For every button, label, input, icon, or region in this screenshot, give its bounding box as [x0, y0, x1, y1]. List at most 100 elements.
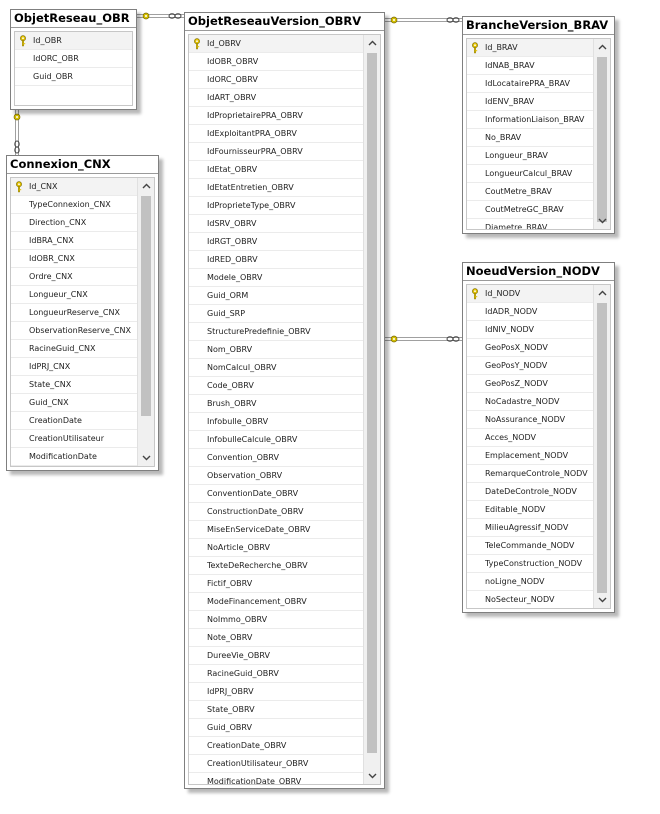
- column-row[interactable]: CreationUtilisateur: [11, 430, 138, 448]
- column-row[interactable]: IdNIV_NODV: [467, 321, 594, 339]
- column-row[interactable]: IdProprietairePRA_OBRV: [189, 107, 364, 125]
- column-row[interactable]: IdADR_NODV: [467, 303, 594, 321]
- column-row[interactable]: CreationDate: [11, 412, 138, 430]
- column-row[interactable]: Id_BRAV: [467, 39, 594, 57]
- table-title[interactable]: Connexion_CNX: [7, 156, 158, 174]
- column-row[interactable]: Id_NODV: [467, 285, 594, 303]
- column-row[interactable]: Guid_CNX: [11, 394, 138, 412]
- column-row[interactable]: Direction_CNX: [11, 214, 138, 232]
- column-row[interactable]: Id_CNX: [11, 178, 138, 196]
- column-row[interactable]: No_BRAV: [467, 129, 594, 147]
- column-row[interactable]: IdOBR_CNX: [11, 250, 138, 268]
- table-title[interactable]: ObjetReseau_OBR: [11, 10, 136, 28]
- column-row[interactable]: Id_OBR: [15, 32, 132, 50]
- scroll-thumb[interactable]: [597, 303, 607, 593]
- column-row[interactable]: Guid_OBR: [15, 68, 132, 86]
- column-row[interactable]: NoSecteur_NODV: [467, 591, 594, 608]
- column-row[interactable]: Brush_OBRV: [189, 395, 364, 413]
- column-row[interactable]: Convention_OBRV: [189, 449, 364, 467]
- column-row[interactable]: ConstructionDate_OBRV: [189, 503, 364, 521]
- column-row[interactable]: ModeFinancement_OBRV: [189, 593, 364, 611]
- column-row[interactable]: MiseEnServiceDate_OBRV: [189, 521, 364, 539]
- column-row[interactable]: IdLocatairePRA_BRAV: [467, 75, 594, 93]
- column-row[interactable]: TypeConstruction_NODV: [467, 555, 594, 573]
- column-row[interactable]: IdEtatEntretien_OBRV: [189, 179, 364, 197]
- column-row[interactable]: InfobulleCalcule_OBRV: [189, 431, 364, 449]
- chevron-up-icon[interactable]: [594, 39, 610, 55]
- column-row[interactable]: CoutMetreGC_BRAV: [467, 201, 594, 219]
- column-row[interactable]: IdORC_OBR: [15, 50, 132, 68]
- chevron-down-icon[interactable]: [594, 213, 610, 229]
- column-row[interactable]: Id_OBRV: [189, 35, 364, 53]
- column-row[interactable]: noLigne_NODV: [467, 573, 594, 591]
- column-row[interactable]: TypeConnexion_CNX: [11, 196, 138, 214]
- column-row[interactable]: State_OBRV: [189, 701, 364, 719]
- chevron-down-icon[interactable]: [138, 450, 154, 466]
- column-row[interactable]: State_CNX: [11, 376, 138, 394]
- column-row[interactable]: GeoPosX_NODV: [467, 339, 594, 357]
- vertical-scrollbar[interactable]: [137, 178, 154, 466]
- column-row[interactable]: RacineGuid_OBRV: [189, 665, 364, 683]
- table-title[interactable]: NoeudVersion_NODV: [463, 263, 614, 281]
- column-row[interactable]: Guid_ORM: [189, 287, 364, 305]
- column-row[interactable]: Acces_NODV: [467, 429, 594, 447]
- vertical-scrollbar[interactable]: [593, 285, 610, 608]
- relationship-link[interactable]: [384, 16, 462, 24]
- column-row[interactable]: NomCalcul_OBRV: [189, 359, 364, 377]
- vertical-scrollbar[interactable]: [593, 39, 610, 229]
- chevron-up-icon[interactable]: [138, 178, 154, 194]
- column-row[interactable]: Fictif_OBRV: [189, 575, 364, 593]
- column-row[interactable]: ModificationDate_OBRV: [189, 773, 364, 784]
- column-row[interactable]: Longueur_CNX: [11, 286, 138, 304]
- column-row[interactable]: IdProprieteType_OBRV: [189, 197, 364, 215]
- column-row[interactable]: LongueurCalcul_BRAV: [467, 165, 594, 183]
- column-row[interactable]: IdSRV_OBRV: [189, 215, 364, 233]
- column-row[interactable]: IdENV_BRAV: [467, 93, 594, 111]
- column-row[interactable]: Note_OBRV: [189, 629, 364, 647]
- column-row[interactable]: IdOBR_OBRV: [189, 53, 364, 71]
- column-row[interactable]: CreationDate_OBRV: [189, 737, 364, 755]
- column-row[interactable]: GeoPosY_NODV: [467, 357, 594, 375]
- column-row[interactable]: IdRGT_OBRV: [189, 233, 364, 251]
- column-row[interactable]: Infobulle_OBRV: [189, 413, 364, 431]
- scroll-thumb[interactable]: [141, 196, 151, 416]
- column-row[interactable]: ModificationDate: [11, 448, 138, 466]
- table-objetreseauversion-obrv[interactable]: ObjetReseauVersion_OBRV Id_OBRV IdOBR_OBR…: [184, 12, 385, 789]
- column-row[interactable]: IdRED_OBRV: [189, 251, 364, 269]
- table-brancheversion-brav[interactable]: BrancheVersion_BRAV Id_BRAV IdNAB_BRAV IdL…: [462, 16, 615, 234]
- vertical-scrollbar[interactable]: [363, 35, 380, 784]
- column-row[interactable]: Observation_OBRV: [189, 467, 364, 485]
- scroll-thumb[interactable]: [367, 53, 377, 753]
- column-row[interactable]: DureeVie_OBRV: [189, 647, 364, 665]
- column-row[interactable]: IdFournisseurPRA_OBRV: [189, 143, 364, 161]
- column-row[interactable]: IdNAB_BRAV: [467, 57, 594, 75]
- column-row[interactable]: LongueurReserve_CNX: [11, 304, 138, 322]
- column-row[interactable]: IdEtat_OBRV: [189, 161, 364, 179]
- column-row[interactable]: Editable_NODV: [467, 501, 594, 519]
- column-row[interactable]: MilieuAgressif_NODV: [467, 519, 594, 537]
- column-row[interactable]: IdPRJ_CNX: [11, 358, 138, 376]
- table-connexion-cnx[interactable]: Connexion_CNX Id_CNX TypeConnexion_CNX Dir…: [6, 155, 159, 471]
- scroll-thumb[interactable]: [597, 57, 607, 222]
- table-noeudversion-nodv[interactable]: NoeudVersion_NODV Id_NODV IdADR_NODV IdNIV…: [462, 262, 615, 613]
- table-objetreseau-obr[interactable]: ObjetReseau_OBR Id_OBR IdORC_OBR Guid_OBR: [10, 9, 137, 110]
- column-row[interactable]: StructurePredefinie_OBRV: [189, 323, 364, 341]
- relationship-link[interactable]: [13, 109, 21, 155]
- chevron-up-icon[interactable]: [364, 35, 380, 51]
- column-row[interactable]: Guid_SRP: [189, 305, 364, 323]
- chevron-down-icon[interactable]: [594, 592, 610, 608]
- column-row[interactable]: Nom_OBRV: [189, 341, 364, 359]
- column-row[interactable]: IdExploitantPRA_OBRV: [189, 125, 364, 143]
- relationship-link[interactable]: [136, 12, 184, 20]
- column-row[interactable]: NoCadastre_NODV: [467, 393, 594, 411]
- column-row[interactable]: RemarqueControle_NODV: [467, 465, 594, 483]
- column-row[interactable]: Ordre_CNX: [11, 268, 138, 286]
- column-row[interactable]: Diametre_BRAV: [467, 219, 594, 229]
- column-row[interactable]: ConventionDate_OBRV: [189, 485, 364, 503]
- column-row[interactable]: ObservationReserve_CNX: [11, 322, 138, 340]
- column-row[interactable]: Emplacement_NODV: [467, 447, 594, 465]
- column-row[interactable]: RacineGuid_CNX: [11, 340, 138, 358]
- column-row[interactable]: CoutMetre_BRAV: [467, 183, 594, 201]
- relationship-link[interactable]: [384, 335, 462, 343]
- chevron-down-icon[interactable]: [364, 768, 380, 784]
